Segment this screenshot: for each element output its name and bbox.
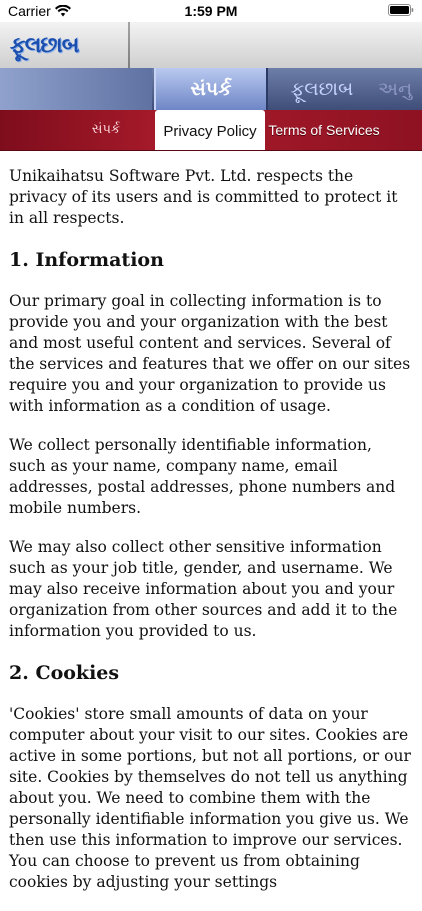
main-tab-strip: સંપર્ક ફૂલછાબ અનુ bbox=[0, 68, 422, 110]
section-heading-information: 1. Information bbox=[9, 249, 164, 271]
sub-nav: સંપર્ક Privacy Policy Terms of Services bbox=[0, 110, 422, 151]
subnav-terms-of-services[interactable]: Terms of Services bbox=[268, 110, 380, 150]
privacy-policy-content: Unikaihatsu Software Pvt. Ltd. respects … bbox=[9, 166, 413, 911]
information-paragraph: We may also collect other sensitive info… bbox=[9, 538, 398, 640]
tab-contact[interactable]: સંપર્ક bbox=[154, 68, 268, 110]
status-time: 1:59 PM bbox=[184, 3, 238, 19]
status-right bbox=[388, 4, 414, 16]
subnav-privacy-policy[interactable]: Privacy Policy bbox=[155, 110, 265, 150]
tab-phoolchhab[interactable]: ફૂલછાબ bbox=[268, 68, 376, 110]
information-paragraph: Our primary goal in collecting informati… bbox=[9, 292, 411, 415]
section-heading-cookies: 2. Cookies bbox=[9, 662, 120, 684]
app-logo[interactable]: ફૂલછાબ bbox=[10, 32, 79, 58]
battery-icon bbox=[388, 4, 414, 16]
intro-paragraph: Unikaihatsu Software Pvt. Ltd. respects … bbox=[9, 167, 398, 227]
information-paragraph: We collect personally identifiable infor… bbox=[9, 436, 396, 517]
header-divider bbox=[128, 22, 130, 68]
app-header: ફૂલછાબ bbox=[0, 22, 422, 69]
cookies-paragraph: 'Cookies' store small amounts of data on… bbox=[9, 705, 411, 891]
tab-strip-left-decoration bbox=[0, 68, 152, 110]
tab-anu[interactable]: અનુ bbox=[378, 68, 422, 110]
status-bar: Carrier 1:59 PM bbox=[0, 0, 422, 22]
subnav-contact[interactable]: સંપર્ક bbox=[60, 110, 152, 150]
